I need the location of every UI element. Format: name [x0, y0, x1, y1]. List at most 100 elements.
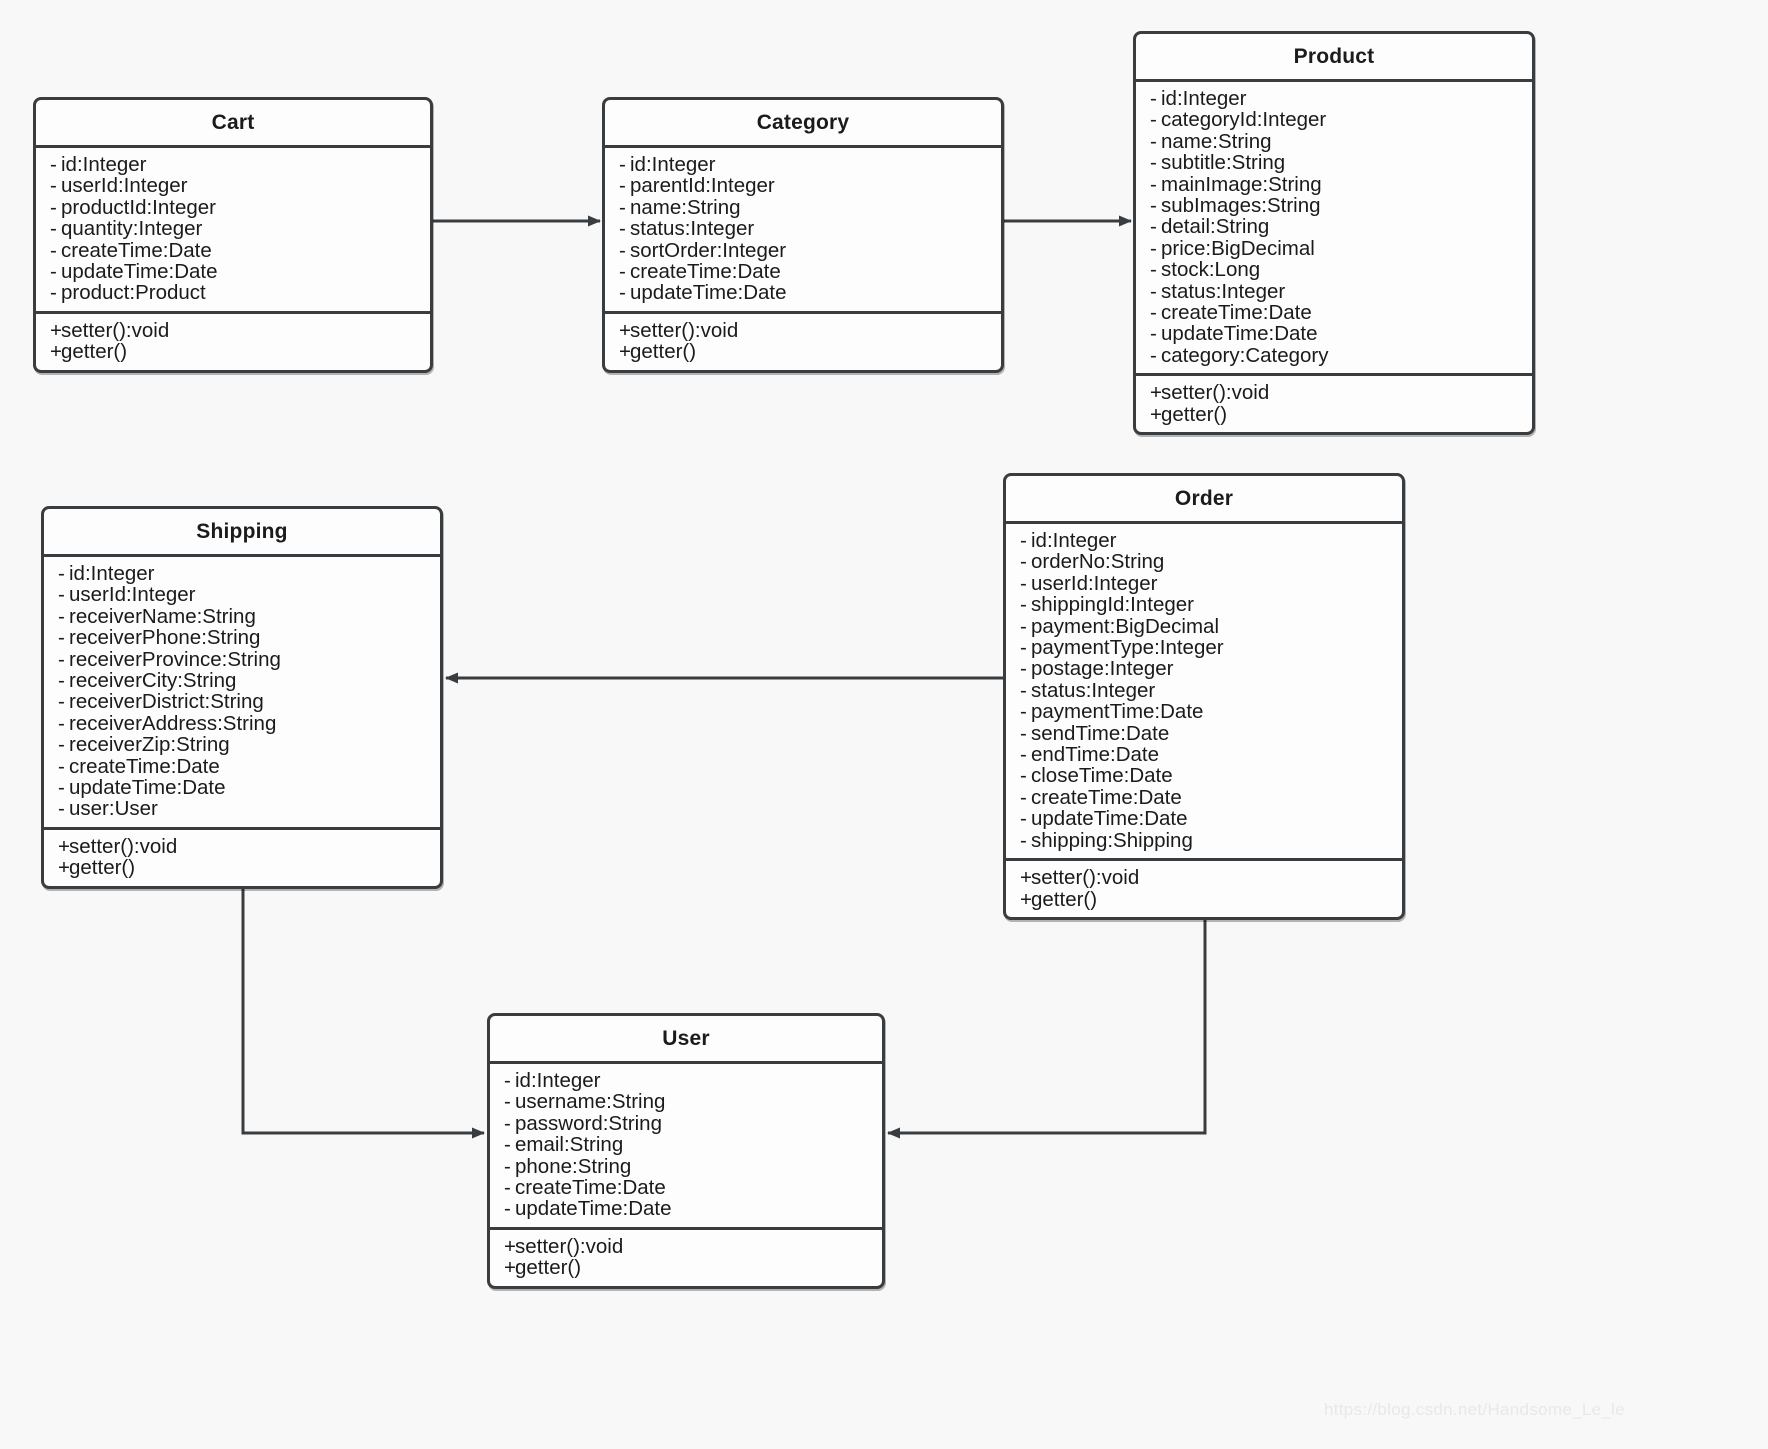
attribute-label: detail:String	[1161, 215, 1270, 239]
attribute-row: - mainImage:String	[1136, 172, 1532, 196]
visibility-private-icon: -	[619, 153, 626, 176]
visibility-private-icon: -	[1150, 236, 1157, 260]
attribute-row: - updateTime:Date	[1136, 322, 1532, 346]
method-row: +getter()	[1136, 402, 1532, 426]
visibility-private-icon: -	[1020, 550, 1027, 574]
visibility-public-icon: +	[58, 834, 70, 858]
attribute-label: email:String	[515, 1133, 624, 1157]
attribute-row: - subtitle:String	[1136, 152, 1532, 174]
attribute-row: - userId:Integer	[44, 583, 440, 607]
attribute-label: payment:BigDecimal	[1031, 614, 1219, 638]
uml-class-order[interactable]: Order - id:Integer - orderNo:String - userI…	[1003, 473, 1405, 920]
attribute-row: - price:BigDecimal	[1136, 236, 1532, 260]
visibility-private-icon: -	[50, 153, 57, 176]
visibility-private-icon: -	[619, 195, 626, 219]
attribute-label: createTime:Date	[1161, 301, 1312, 325]
methods-compartment: +setter():void +getter()	[1136, 376, 1532, 432]
attribute-row: - receiverName:String	[44, 604, 440, 628]
visibility-private-icon: -	[1020, 657, 1027, 681]
visibility-public-icon: +	[1150, 402, 1162, 426]
visibility-private-icon: -	[1150, 301, 1157, 325]
visibility-public-icon: +	[504, 1256, 516, 1280]
visibility-private-icon: -	[1020, 678, 1027, 702]
method-row: +setter():void	[36, 318, 430, 342]
edge-order-to-user	[887, 884, 1207, 1139]
attribute-label: userId:Integer	[1031, 571, 1158, 595]
methods-compartment: +setter():void +getter()	[605, 314, 1001, 370]
visibility-private-icon: -	[50, 281, 57, 305]
attribute-label: userId:Integer	[69, 583, 196, 607]
visibility-public-icon: +	[50, 318, 62, 342]
attributes-compartment: - id:Integer - parentId:Integer - name:Stri…	[605, 148, 1001, 314]
visibility-private-icon: -	[1150, 322, 1157, 346]
visibility-private-icon: -	[58, 562, 65, 585]
attribute-label: shipping:Shipping	[1031, 828, 1193, 852]
visibility-private-icon: -	[1020, 614, 1027, 638]
visibility-public-icon: +	[619, 340, 631, 364]
visibility-private-icon: -	[50, 195, 57, 219]
method-label: setter():void	[1161, 381, 1270, 405]
method-row: +setter():void	[490, 1234, 882, 1258]
visibility-private-icon: -	[504, 1176, 511, 1200]
attribute-label: receiverDistrict:String	[69, 690, 264, 714]
attribute-label: price:BigDecimal	[1161, 236, 1315, 260]
attribute-row: - paymentType:Integer	[1006, 637, 1402, 659]
method-label: setter():void	[69, 834, 178, 858]
attribute-label: updateTime:Date	[1161, 322, 1318, 346]
attribute-label: status:Integer	[1031, 678, 1156, 702]
visibility-private-icon: -	[50, 260, 57, 284]
method-label: getter()	[1161, 402, 1228, 426]
attribute-label: parentId:Integer	[630, 174, 775, 198]
visibility-private-icon: -	[50, 174, 57, 198]
visibility-private-icon: -	[1020, 743, 1027, 767]
uml-class-category[interactable]: Category - id:Integer - parentId:Integer -…	[602, 97, 1004, 373]
attribute-label: categoryId:Integer	[1161, 108, 1327, 132]
visibility-public-icon: +	[619, 318, 631, 342]
attribute-row: - receiverProvince:String	[44, 648, 440, 670]
attribute-row: - createTime:Date	[1136, 301, 1532, 325]
visibility-private-icon: -	[1150, 343, 1157, 367]
visibility-private-icon: -	[619, 174, 626, 198]
attributes-compartment: - id:Integer - username:String - password:S…	[490, 1064, 882, 1230]
attribute-label: id:Integer	[61, 153, 147, 176]
uml-class-user[interactable]: User - id:Integer - username:String - passw…	[487, 1013, 885, 1289]
method-row: +setter():void	[44, 834, 440, 858]
attribute-row: - product:Product	[36, 281, 430, 305]
attribute-row: - id:Integer	[490, 1070, 882, 1092]
method-label: setter():void	[1031, 866, 1140, 890]
attribute-row: - updateTime:Date	[605, 282, 1001, 304]
visibility-private-icon: -	[58, 733, 65, 757]
uml-class-cart[interactable]: Cart - id:Integer - userId:Integer - produc…	[33, 97, 433, 373]
attribute-label: createTime:Date	[630, 260, 781, 284]
visibility-private-icon: -	[504, 1133, 511, 1157]
visibility-private-icon: -	[1150, 279, 1157, 303]
visibility-private-icon: -	[58, 604, 65, 628]
attribute-label: id:Integer	[1031, 529, 1117, 552]
method-label: getter()	[515, 1256, 582, 1280]
attribute-row: - sortOrder:Integer	[605, 239, 1001, 261]
attribute-row: - parentId:Integer	[605, 174, 1001, 198]
visibility-private-icon: -	[58, 776, 65, 800]
watermark: https://blog.csdn.net/Handsome_Le_le	[1324, 1400, 1625, 1419]
uml-class-product[interactable]: Product - id:Integer - categoryId:Integer …	[1133, 31, 1535, 436]
attribute-row: - updateTime:Date	[36, 260, 430, 284]
visibility-private-icon: -	[1020, 529, 1027, 552]
attribute-label: createTime:Date	[1031, 785, 1182, 809]
visibility-private-icon: -	[1020, 700, 1027, 724]
attribute-label: userId:Integer	[61, 174, 188, 198]
attribute-label: receiverZip:String	[69, 733, 230, 757]
diagram-canvas: Cart - id:Integer - userId:Integer - produc…	[0, 0, 1768, 1449]
attribute-row: - id:Integer	[1006, 529, 1402, 552]
attributes-compartment: - id:Integer - categoryId:Integer - name:St…	[1136, 82, 1532, 377]
visibility-private-icon: -	[1020, 828, 1027, 852]
attribute-label: updateTime:Date	[1031, 807, 1188, 831]
methods-compartment: +setter():void +getter()	[36, 314, 430, 370]
attribute-label: mainImage:String	[1161, 172, 1322, 196]
visibility-public-icon: +	[504, 1234, 516, 1258]
visibility-private-icon: -	[1150, 258, 1157, 282]
uml-class-shipping[interactable]: Shipping - id:Integer - userId:Integer - re…	[41, 506, 443, 889]
visibility-private-icon: -	[58, 711, 65, 735]
attribute-row: - id:Integer	[605, 153, 1001, 176]
attribute-row: - userId:Integer	[1006, 571, 1402, 595]
attribute-label: receiverAddress:String	[69, 711, 277, 735]
